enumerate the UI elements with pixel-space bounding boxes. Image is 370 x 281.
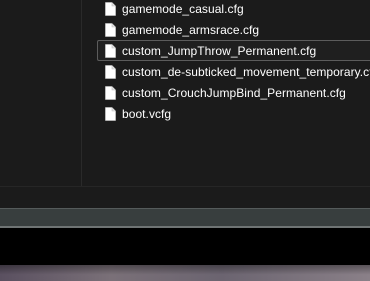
desktop-shade [0,265,370,281]
file-list: gamemode_casual.cfg gamemode_armsrace.cf… [97,0,370,124]
document-icon [105,64,116,79]
status-bar [0,186,370,208]
document-icon [105,85,116,100]
document-icon [105,1,116,16]
file-name: custom_JumpThrow_Permanent.cfg [122,43,317,58]
taskbar-area [0,230,370,265]
window-bottom-frame [0,208,370,228]
document-icon [105,106,116,121]
navigation-pane[interactable] [0,0,82,186]
pane-divider[interactable] [81,0,82,186]
file-row-gamemode-casual[interactable]: gamemode_casual.cfg [97,0,370,19]
desktop-background [0,265,370,281]
file-row-custom-jumpthrow-permanent[interactable]: custom_JumpThrow_Permanent.cfg [97,40,370,61]
file-row-custom-crouchjumpbind-permanent[interactable]: custom_CrouchJumpBind_Permanent.cfg [97,82,370,103]
file-name: boot.vcfg [122,106,172,121]
file-explorer-window: gamemode_casual.cfg gamemode_armsrace.cf… [0,0,370,208]
file-row-custom-de-subticked-movement-temporary[interactable]: custom_de-subticked_movement_temporary.c… [97,61,370,82]
file-row-boot-vcfg[interactable]: boot.vcfg [97,103,370,124]
file-name: gamemode_casual.cfg [122,1,244,16]
file-row-gamemode-armsrace[interactable]: gamemode_armsrace.cfg [97,19,370,40]
file-name: custom_CrouchJumpBind_Permanent.cfg [122,85,346,100]
document-icon [105,22,116,37]
document-icon [105,43,116,58]
frame-edge [0,208,370,209]
file-name: gamemode_armsrace.cfg [122,22,260,37]
file-name: custom_de-subticked_movement_temporary.c… [122,64,370,79]
